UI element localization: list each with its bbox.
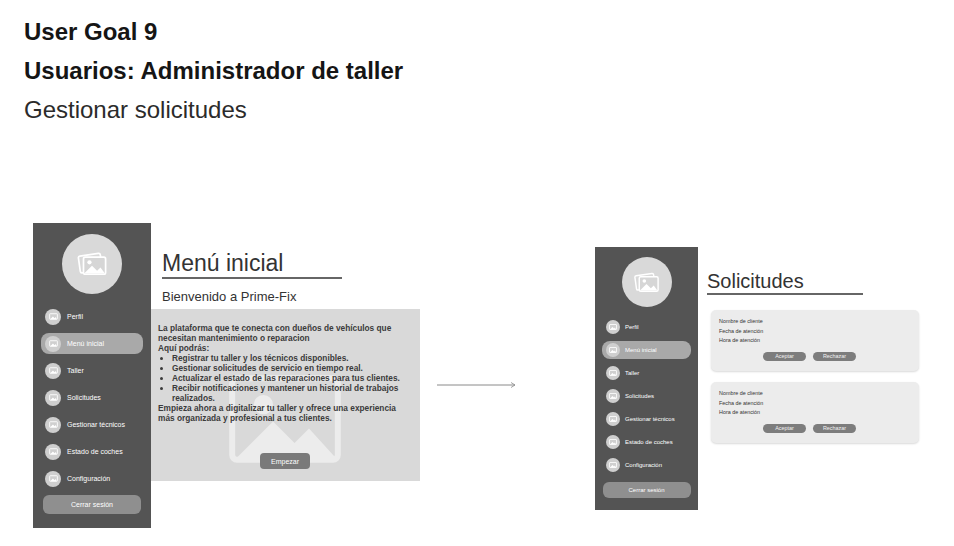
feature-list: Registrar tu taller y los técnicos dispo…: [158, 353, 412, 403]
sidebar-item[interactable]: Perfil: [41, 306, 143, 327]
card-field-label: Nombre de cliente: [719, 317, 911, 327]
sidebar: Perfil Menú inicial Taller Solicitudes Gesti…: [33, 223, 151, 528]
welcome-text: La plataforma que te conecta con dueños …: [158, 323, 412, 423]
picture-icon: [606, 366, 620, 380]
feature-item: Gestionar solicitudes de servicio en tie…: [172, 363, 412, 373]
request-action-button[interactable]: Rechazar: [813, 352, 856, 361]
sidebar-item[interactable]: Estado de coches: [41, 441, 143, 462]
page-heading: Menú inicial: [162, 223, 342, 279]
picture-icon: [45, 336, 61, 352]
sidebar-item[interactable]: Perfil: [602, 318, 691, 336]
sidebar-item[interactable]: Menú inicial: [602, 341, 691, 359]
picture-icon: [606, 435, 620, 449]
picture-icon: [45, 471, 61, 487]
picture-icon: [45, 309, 61, 325]
picture-icon: [606, 343, 620, 357]
sidebar: Perfil Menú inicial Taller Solicitudes Gesti…: [595, 247, 698, 510]
arrow-icon: [437, 381, 517, 389]
picture-icon: [45, 363, 61, 379]
users-title: Usuarios: Administrador de taller: [24, 51, 954, 90]
sidebar-item[interactable]: Taller: [41, 360, 143, 381]
feature-item: Actualizar el estado de las reparaciones…: [172, 373, 412, 383]
card-field-label: Hora de atención: [719, 336, 911, 346]
avatar-image-icon[interactable]: [62, 234, 122, 294]
request-action-button[interactable]: Rechazar: [813, 424, 856, 433]
task-title: Gestionar solicitudes: [24, 90, 954, 129]
welcome-subtitle: Bienvenido a Prime-Fix: [162, 288, 420, 305]
sidebar-item[interactable]: Estado de coches: [602, 433, 691, 451]
sidebar-item[interactable]: Menú inicial: [41, 333, 143, 354]
closing-text: Empieza ahora a digitalizar tu taller y …: [158, 403, 412, 423]
picture-icon: [45, 444, 61, 460]
picture-icon: [75, 247, 109, 281]
feature-item: Registrar tu taller y los técnicos dispo…: [172, 353, 412, 363]
picture-icon: [45, 390, 61, 406]
home-content: Menú inicial Bienvenido a Prime-Fix La pla…: [151, 223, 420, 481]
feature-item: Recibir notificaciones y mantener un his…: [172, 383, 412, 403]
picture-icon: [606, 389, 620, 403]
mockup-row: Perfil Menú inicial Taller Solicitudes Gesti…: [0, 223, 954, 528]
card-field-label: Fecha de atención: [719, 327, 911, 337]
sidebar-item[interactable]: Gestionar técnicos: [41, 414, 143, 435]
intro-text: La plataforma que te conecta con dueños …: [158, 323, 412, 343]
request-card: Nombre de clienteFecha de atenciónHora d…: [711, 310, 919, 371]
request-card: Nombre de clienteFecha de atenciónHora d…: [711, 382, 919, 443]
card-field-label: Hora de atención: [719, 408, 911, 418]
sidebar-item[interactable]: Taller: [602, 364, 691, 382]
sidebar-item[interactable]: Gestionar técnicos: [602, 410, 691, 428]
logout-button[interactable]: Cerrar sesión: [603, 482, 691, 498]
picture-icon: [45, 417, 61, 433]
sidebar-item[interactable]: Configuración: [602, 456, 691, 474]
card-field-label: Nombre de cliente: [719, 389, 911, 399]
logout-button[interactable]: Cerrar sesión: [43, 495, 141, 514]
slide: User Goal 9Usuarios: Administrador de ta…: [0, 0, 954, 546]
start-button[interactable]: Empezar: [260, 453, 310, 469]
avatar-image-icon[interactable]: [622, 257, 672, 307]
slide-title-block: User Goal 9Usuarios: Administrador de ta…: [0, 0, 954, 129]
requests-mockup: Perfil Menú inicial Taller Solicitudes Gesti…: [595, 247, 919, 510]
welcome-panel: La plataforma que te conecta con dueños …: [151, 309, 420, 481]
picture-icon: [606, 412, 620, 426]
lead-text: Aquí podrás:: [158, 343, 412, 353]
page-heading: Solicitudes: [707, 247, 863, 295]
flow-arrow: [437, 375, 517, 383]
picture-icon: [606, 320, 620, 334]
sidebar-item[interactable]: Solicitudes: [602, 387, 691, 405]
picture-icon: [632, 268, 661, 297]
sidebar-item[interactable]: Solicitudes: [41, 387, 143, 408]
picture-icon: [606, 458, 620, 472]
goal-title: User Goal 9: [24, 12, 954, 51]
request-action-button[interactable]: Aceptar: [763, 352, 806, 361]
sidebar-item[interactable]: Configuración: [41, 468, 143, 489]
requests-content: SolicitudesNombre de clienteFecha de ate…: [698, 247, 919, 443]
home-mockup: Perfil Menú inicial Taller Solicitudes Gesti…: [33, 223, 420, 528]
card-field-label: Fecha de atención: [719, 399, 911, 409]
request-action-button[interactable]: Aceptar: [763, 424, 806, 433]
